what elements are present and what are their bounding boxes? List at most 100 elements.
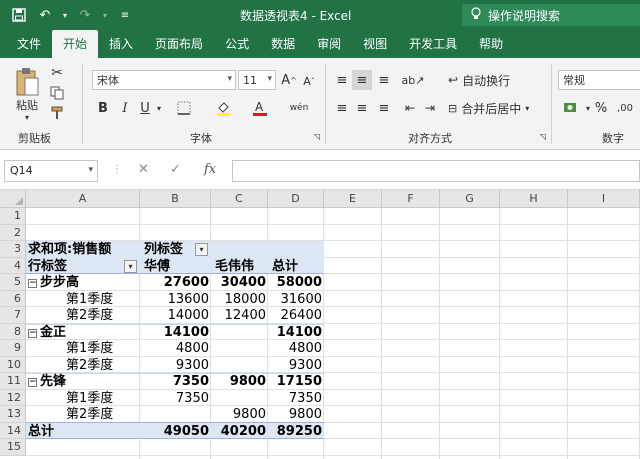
phonetic-icon[interactable]: wén <box>286 98 312 118</box>
increase-indent-icon[interactable]: ⇥ <box>420 98 440 118</box>
undo-icon[interactable]: ↶ <box>34 5 56 25</box>
row-header-14[interactable]: 14 <box>0 422 26 439</box>
tab-page-layout[interactable]: 页面布局 <box>144 30 214 58</box>
pivot-value[interactable] <box>213 340 268 357</box>
pivot-value[interactable] <box>213 324 268 341</box>
tab-home[interactable]: 开始 <box>52 30 99 58</box>
pivot-value[interactable]: 26400 <box>270 307 324 324</box>
pivot-column-item[interactable]: 总计 <box>272 258 324 275</box>
merge-center-button[interactable]: ⊟ 合并后居中 ▾ <box>448 98 544 118</box>
column-header-g[interactable]: G <box>440 190 500 208</box>
fill-color-icon[interactable] <box>212 98 236 118</box>
cancel-icon[interactable]: ✕ <box>138 162 149 177</box>
pivot-value[interactable] <box>213 390 268 407</box>
column-header-c[interactable]: C <box>211 190 268 208</box>
pivot-item-label[interactable]: 第1季度 <box>66 340 140 357</box>
percent-button[interactable]: % <box>592 98 610 118</box>
comma-style-icon[interactable]: ,00 <box>614 98 636 118</box>
row-header-15[interactable]: 15 <box>0 439 26 456</box>
chevron-down-icon[interactable]: ▾ <box>154 100 164 116</box>
tab-formulas[interactable]: 公式 <box>214 30 260 58</box>
save-icon[interactable] <box>8 5 30 25</box>
dialog-launcher-icon[interactable]: ◹ <box>538 130 548 142</box>
customize-qat-icon[interactable]: ≡ <box>114 5 136 25</box>
row-header-6[interactable]: 6 <box>0 290 26 307</box>
column-header-a[interactable]: A <box>26 190 140 208</box>
chevron-down-icon[interactable]: ▾ <box>124 259 137 273</box>
pivot-item-label[interactable]: 第2季度 <box>66 357 140 374</box>
pivot-value[interactable]: 27600 <box>142 274 211 291</box>
paste-icon[interactable] <box>12 66 42 98</box>
column-header-e[interactable]: E <box>324 190 382 208</box>
row-header-9[interactable]: 9 <box>0 340 26 357</box>
pivot-values-label[interactable]: 求和项:销售额 <box>28 241 140 258</box>
align-top-icon[interactable]: ≡ <box>332 70 352 90</box>
column-header-b[interactable]: B <box>140 190 211 208</box>
row-header-3[interactable]: 3 <box>0 241 26 258</box>
enter-icon[interactable]: ✓ <box>170 162 181 177</box>
column-header-d[interactable]: D <box>268 190 324 208</box>
pivot-value[interactable]: 58000 <box>270 274 324 291</box>
column-header-i[interactable]: I <box>568 190 640 208</box>
tab-review[interactable]: 审阅 <box>306 30 352 58</box>
column-header-f[interactable]: F <box>382 190 440 208</box>
pivot-grand-total-value[interactable]: 49050 <box>142 423 211 440</box>
row-header-7[interactable]: 7 <box>0 307 26 324</box>
name-box[interactable]: Q14 ▾ <box>4 160 98 182</box>
tab-view[interactable]: 视图 <box>352 30 398 58</box>
copy-icon[interactable] <box>48 84 66 102</box>
pivot-value[interactable]: 30400 <box>213 274 268 291</box>
redo-icon[interactable]: ↷ <box>74 5 96 25</box>
select-all-button[interactable] <box>0 190 26 208</box>
paste-button-label[interactable]: 粘贴 <box>12 98 42 112</box>
pivot-value[interactable]: 14100 <box>142 324 211 341</box>
borders-icon[interactable] <box>172 98 196 118</box>
font-size-combo[interactable]: 11 ▾ <box>238 70 276 90</box>
tab-insert[interactable]: 插入 <box>98 30 144 58</box>
tell-me-search[interactable]: 操作说明搜索 <box>462 4 640 26</box>
pivot-value[interactable] <box>142 406 211 423</box>
redo-dropdown-icon[interactable]: ▾ <box>100 5 110 25</box>
wrap-text-button[interactable]: ↩ 自动换行 <box>448 70 520 90</box>
pivot-value[interactable]: 4800 <box>142 340 211 357</box>
pivot-value[interactable]: 4800 <box>270 340 324 357</box>
pivot-group-row[interactable]: − 金正 <box>28 324 140 341</box>
tab-developer[interactable]: 开发工具 <box>398 30 468 58</box>
pivot-value[interactable]: 14000 <box>142 307 211 324</box>
tab-file[interactable]: 文件 <box>6 30 52 58</box>
row-header-11[interactable]: 11 <box>0 373 26 390</box>
decrease-indent-icon[interactable]: ⇤ <box>400 98 420 118</box>
align-center-icon[interactable]: ≡ <box>352 98 372 118</box>
row-header-1[interactable]: 1 <box>0 208 26 225</box>
orientation-icon[interactable]: ab↗ <box>402 70 425 90</box>
undo-dropdown-icon[interactable]: ▾ <box>60 5 70 25</box>
pivot-value[interactable]: 9300 <box>270 357 324 374</box>
pivot-column-item[interactable]: 华傅 <box>144 258 211 275</box>
insert-function-button[interactable]: fx <box>204 162 216 177</box>
font-color-icon[interactable]: A <box>248 98 272 118</box>
row-header-5[interactable]: 5 <box>0 274 26 291</box>
shrink-font-button[interactable]: Aˇ <box>300 72 318 90</box>
row-header-2[interactable]: 2 <box>0 224 26 241</box>
pivot-item-label[interactable]: 第2季度 <box>66 406 140 423</box>
pivot-value[interactable] <box>213 357 268 374</box>
accounting-format-icon[interactable] <box>560 98 584 118</box>
align-right-icon[interactable]: ≡ <box>374 98 394 118</box>
pivot-value[interactable]: 31600 <box>270 291 324 308</box>
font-name-combo[interactable]: 宋体 ▾ <box>92 70 236 90</box>
row-header-13[interactable]: 13 <box>0 406 26 423</box>
filter-dropdown-icon[interactable]: ▾ <box>195 243 208 256</box>
pivot-item-label[interactable]: 第1季度 <box>66 291 140 308</box>
pivot-grand-total-value[interactable]: 89250 <box>270 423 324 440</box>
formula-input[interactable] <box>232 160 640 182</box>
collapse-icon[interactable]: − <box>28 328 37 338</box>
align-bottom-icon[interactable]: ≡ <box>374 70 394 90</box>
italic-button[interactable]: I <box>116 98 134 118</box>
worksheet-grid[interactable]: A B C D E F G H I 1 2 3 4 5 6 7 8 9 10 11 12 13 14 15 求和项:销售额 列标签… <box>0 190 640 459</box>
collapse-icon[interactable]: − <box>28 279 37 288</box>
cut-icon[interactable]: ✂ <box>48 64 66 82</box>
collapse-icon[interactable]: − <box>28 378 37 387</box>
pivot-item-label[interactable]: 第1季度 <box>66 390 140 407</box>
row-header-12[interactable]: 12 <box>0 389 26 406</box>
format-painter-icon[interactable] <box>48 104 66 122</box>
